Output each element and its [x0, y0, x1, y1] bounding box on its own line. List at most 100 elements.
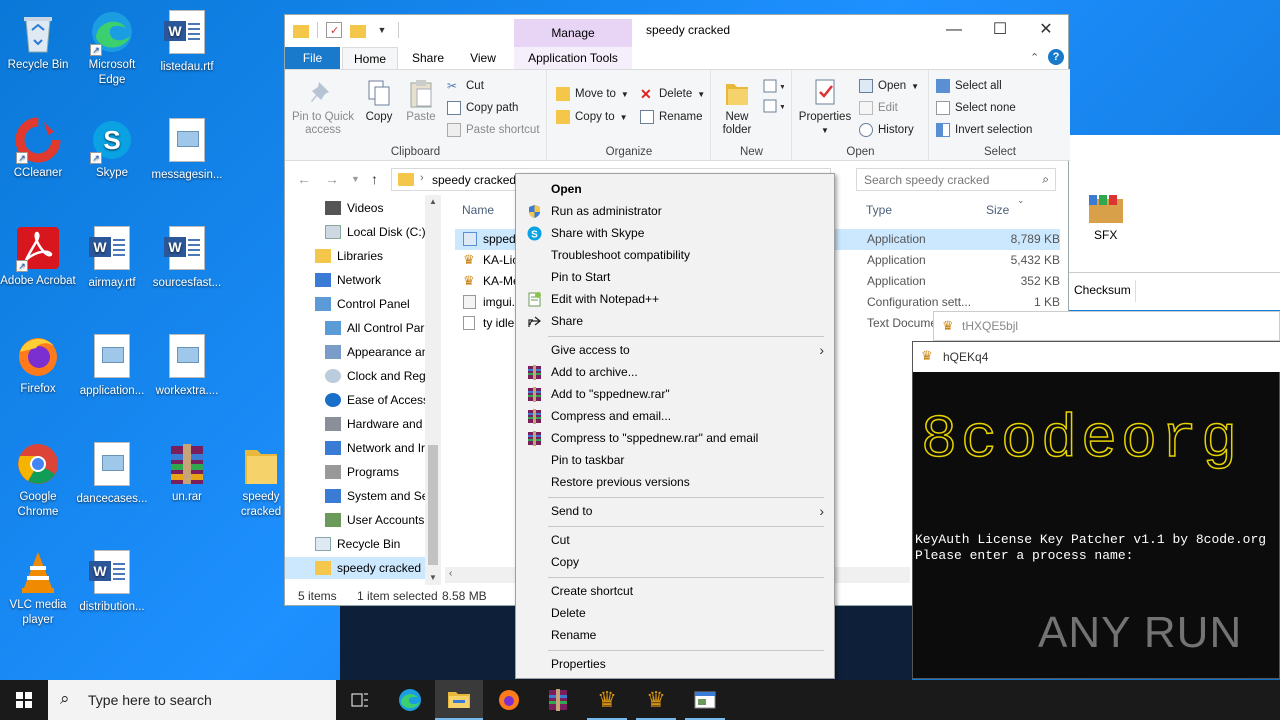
desktop-icon-sourcesfast[interactable]: W sourcesfast... [149, 224, 225, 291]
new-folder-button[interactable]: New folder [714, 78, 760, 137]
menu-item-copy[interactable]: Copy [516, 551, 834, 573]
nav-item-ease-of-access[interactable]: Ease of Access [325, 389, 425, 411]
desktop-icon-recycle-bin[interactable]: Recycle Bin [0, 8, 76, 73]
copy-button[interactable]: Copy [359, 78, 399, 124]
nav-item-hardware[interactable]: Hardware and [325, 413, 425, 435]
menu-item-give-access[interactable]: Give access to › [516, 339, 834, 361]
menu-item-compress-to-rar-email[interactable]: Compress to "sppednew.rar" and email [516, 427, 834, 449]
taskbar-edge[interactable] [386, 680, 434, 720]
copy-to-button[interactable]: Copy to ▼ [556, 108, 628, 126]
select-none-button[interactable]: Select none [936, 99, 1016, 117]
menu-item-share[interactable]: Share [516, 310, 834, 332]
tab-share[interactable]: Share [408, 47, 448, 69]
pin-to-quick-access-button[interactable]: Pin to Quick access [291, 78, 355, 137]
menu-item-rename[interactable]: Rename [516, 624, 834, 646]
desktop-icon-google-chrome[interactable]: Google Chrome [0, 440, 76, 520]
desktop-icon-distribution[interactable]: W distribution... [74, 548, 150, 615]
menu-item-restore-versions[interactable]: Restore previous versions [516, 471, 834, 493]
properties-check-icon[interactable]: ✓ [326, 22, 342, 38]
desktop-icon-airmay[interactable]: W airmay.rtf [74, 224, 150, 291]
taskbar-keyauth-1[interactable]: ♛ [583, 680, 631, 720]
nav-item-local-disk[interactable]: Local Disk (C:) [325, 221, 425, 243]
cut-button[interactable]: ✂ Cut [447, 77, 484, 95]
select-all-button[interactable]: Select all [936, 77, 1002, 95]
desktop-icon-vlc[interactable]: VLC media player [0, 548, 76, 628]
desktop-icon-skype[interactable]: S ↗ Skype [74, 116, 150, 181]
scroll-thumb[interactable] [428, 445, 438, 565]
menu-item-compress-email[interactable]: Compress and email... [516, 405, 834, 427]
copy-path-button[interactable]: Copy path [447, 99, 518, 117]
menu-item-send-to[interactable]: Send to › [516, 500, 834, 522]
rename-button[interactable]: Rename [640, 108, 702, 126]
new-folder-icon[interactable] [350, 24, 366, 38]
menu-item-delete[interactable]: Delete [516, 602, 834, 624]
nav-item-libraries[interactable]: Libraries [315, 245, 425, 267]
desktop-icon-listedau[interactable]: W listedau.rtf [149, 8, 225, 75]
column-header-name[interactable]: Name [462, 203, 494, 217]
nav-item-recycle-bin[interactable]: Recycle Bin [315, 533, 425, 555]
desktop-icon-ccleaner[interactable]: ↗ CCleaner [0, 116, 76, 181]
help-icon[interactable]: ? [1048, 49, 1064, 65]
desktop-icon-messagesin[interactable]: messagesin... [149, 116, 225, 183]
menu-item-add-to-rar[interactable]: Add to "sppednew.rar" [516, 383, 834, 405]
desktop-icon-adobe-acrobat[interactable]: ↗ Adobe Acrobat [0, 224, 76, 289]
nav-item-speedy-cracked[interactable]: speedy cracked [285, 557, 425, 579]
taskbar-app[interactable] [681, 680, 729, 720]
properties-button[interactable]: Properties ▼ [797, 78, 853, 137]
nav-item-system-security[interactable]: System and Se [325, 485, 425, 507]
maximize-button[interactable]: ☐ [977, 15, 1023, 47]
back-arrow-icon[interactable]: ← [297, 171, 311, 187]
taskbar-file-explorer[interactable] [435, 680, 483, 720]
search-field[interactable]: Search speedy cracked ⌕ [856, 168, 1056, 191]
menu-item-add-to-archive[interactable]: Add to archive... [516, 361, 834, 383]
nav-item-user-accounts[interactable]: User Accounts [325, 509, 425, 531]
tab-view[interactable]: View [463, 47, 503, 69]
column-header-type[interactable]: Type [866, 203, 892, 217]
nav-item-all-control-panel[interactable]: All Control Par [325, 317, 425, 339]
desktop-icon-microsoft-edge[interactable]: ↗ Microsoft Edge [74, 8, 150, 88]
nav-scrollbar[interactable]: ▲ ▼ [425, 195, 441, 585]
nav-item-appearance[interactable]: Appearance an [325, 341, 425, 363]
scroll-up-icon[interactable]: ▲ [429, 197, 437, 206]
customize-dropdown-icon[interactable]: ▼ [374, 22, 390, 38]
menu-item-run-as-admin[interactable]: Run as administrator [516, 200, 834, 222]
desktop-icon-workextra[interactable]: workextra.... [149, 332, 225, 399]
move-to-button[interactable]: Move to ▼ [556, 85, 629, 103]
menu-item-create-shortcut[interactable]: Create shortcut [516, 580, 834, 602]
new-item-icon[interactable]: ▼ ▼ [762, 78, 786, 118]
start-button[interactable] [0, 680, 48, 720]
nav-item-network[interactable]: Network [315, 269, 425, 291]
minimize-button[interactable]: — [931, 15, 977, 47]
menu-item-share-with-skype[interactable]: S Share with Skype [516, 222, 834, 244]
menu-item-properties[interactable]: Properties [516, 653, 834, 675]
column-header-size[interactable]: Size [986, 203, 1009, 217]
scroll-down-icon[interactable]: ▼ [429, 573, 437, 582]
menu-item-pin-to-taskbar[interactable]: Pin to taskbar [516, 449, 834, 471]
nav-item-videos[interactable]: Videos [325, 197, 425, 219]
scroll-left-icon[interactable]: ‹ [449, 568, 452, 579]
task-view-button[interactable] [336, 680, 384, 720]
recent-locations-chevron-icon[interactable]: ▼ [351, 174, 360, 184]
history-button[interactable]: History [859, 121, 914, 139]
checksum-column-header[interactable]: Checksum [1074, 283, 1131, 297]
tab-application-tools[interactable]: Application Tools [514, 47, 632, 69]
menu-item-cut[interactable]: Cut [516, 529, 834, 551]
desktop-icon-firefox[interactable]: Firefox [0, 332, 76, 397]
desktop-icon-un-rar[interactable]: un.rar [149, 440, 225, 505]
desktop-icon-dancecases[interactable]: dancecases... [74, 440, 150, 507]
nav-item-clock[interactable]: Clock and Regi [325, 365, 425, 387]
collapse-ribbon-icon[interactable]: ⌃ [1030, 51, 1039, 64]
paste-shortcut-button[interactable]: Paste shortcut [447, 121, 540, 139]
manage-tab-header[interactable]: Manage [514, 19, 632, 47]
menu-item-open[interactable]: Open [516, 178, 834, 200]
breadcrumb-chevron-icon[interactable]: › [420, 172, 424, 184]
open-button[interactable]: Open ▼ [859, 77, 919, 95]
tab-file[interactable]: File [285, 47, 340, 69]
menu-item-troubleshoot[interactable]: Troubleshoot compatibility [516, 244, 834, 266]
taskbar-firefox[interactable] [485, 680, 533, 720]
taskbar-keyauth-2[interactable]: ♛ [632, 680, 680, 720]
tab-home[interactable]: Home [342, 47, 398, 69]
desktop-icon-application[interactable]: application... [74, 332, 150, 399]
console-window-1[interactable]: ♛ tHXQE5bjl [933, 311, 1280, 341]
close-button[interactable]: ✕ [1023, 15, 1069, 47]
